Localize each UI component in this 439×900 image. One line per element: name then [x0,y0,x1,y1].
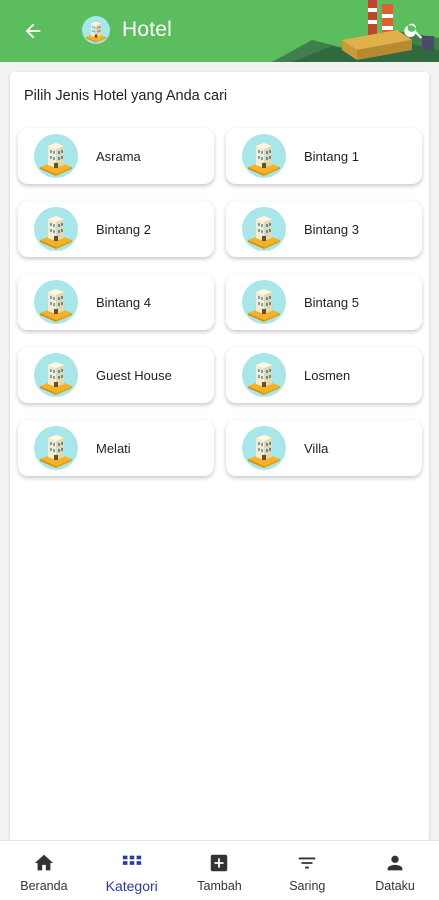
category-bintang-1[interactable]: Bintang 1 [226,128,422,184]
category-label: Villa [304,440,329,456]
page-title: Hotel [122,18,173,41]
person-icon [383,851,407,875]
category-asrama[interactable]: Asrama [18,128,214,184]
add-box-icon [207,851,231,875]
category-guest-house[interactable]: Guest House [18,347,214,403]
category-label: Bintang 1 [304,148,359,164]
nav-label: Kategori [105,878,158,894]
grid-icon [120,851,144,875]
hotel-icon [242,134,286,178]
hotel-icon [242,353,286,397]
hotel-icon [34,134,78,178]
category-label: Guest House [96,367,172,383]
nav-label: Tambah [197,879,242,893]
hotel-icon [34,426,78,470]
category-bintang-5[interactable]: Bintang 5 [226,274,422,330]
nav-saring[interactable]: Saring [263,841,351,900]
section-heading: Pilih Jenis Hotel yang Anda cari [24,88,228,104]
category-label: Bintang 5 [304,294,359,310]
category-bintang-3[interactable]: Bintang 3 [226,201,422,257]
nav-beranda[interactable]: Beranda [0,841,88,900]
nav-tambah[interactable]: Tambah [176,841,264,900]
content-card: Pilih Jenis Hotel yang Anda cari Asrama … [10,72,429,842]
category-villa[interactable]: Villa [226,420,422,476]
category-label: Bintang 4 [96,294,151,310]
category-label: Bintang 2 [96,221,151,237]
category-label: Asrama [96,148,141,164]
bottom-navigation: Beranda Kategori Tambah Saring Dataku [0,840,439,900]
nav-label: Beranda [20,879,68,893]
category-bintang-2[interactable]: Bintang 2 [18,201,214,257]
hotel-icon [242,207,286,251]
search-icon [404,23,423,39]
hotel-icon [34,353,78,397]
category-grid: Asrama Bintang 1 Bintang 2 Bintang 3 Bin… [18,128,422,476]
hotel-icon [242,426,286,470]
nav-label: Saring [289,879,326,893]
category-losmen[interactable]: Losmen [226,347,422,403]
hotel-icon [34,207,78,251]
hotel-icon [34,280,78,324]
arrow-left-icon [25,23,41,39]
home-icon [32,851,56,875]
back-button[interactable] [18,14,48,48]
app-bar: Hotel [0,0,439,62]
category-label: Bintang 3 [304,221,359,237]
nav-dataku[interactable]: Dataku [351,841,439,900]
category-label: Losmen [304,367,351,383]
category-label: Melati [96,440,131,456]
search-button[interactable] [398,14,430,46]
filter-icon [295,851,319,875]
nav-label: Dataku [375,879,415,893]
nav-kategori[interactable]: Kategori [88,841,176,900]
category-melati[interactable]: Melati [18,420,214,476]
category-bintang-4[interactable]: Bintang 4 [18,274,214,330]
hotel-icon [82,16,110,44]
hotel-icon [242,280,286,324]
